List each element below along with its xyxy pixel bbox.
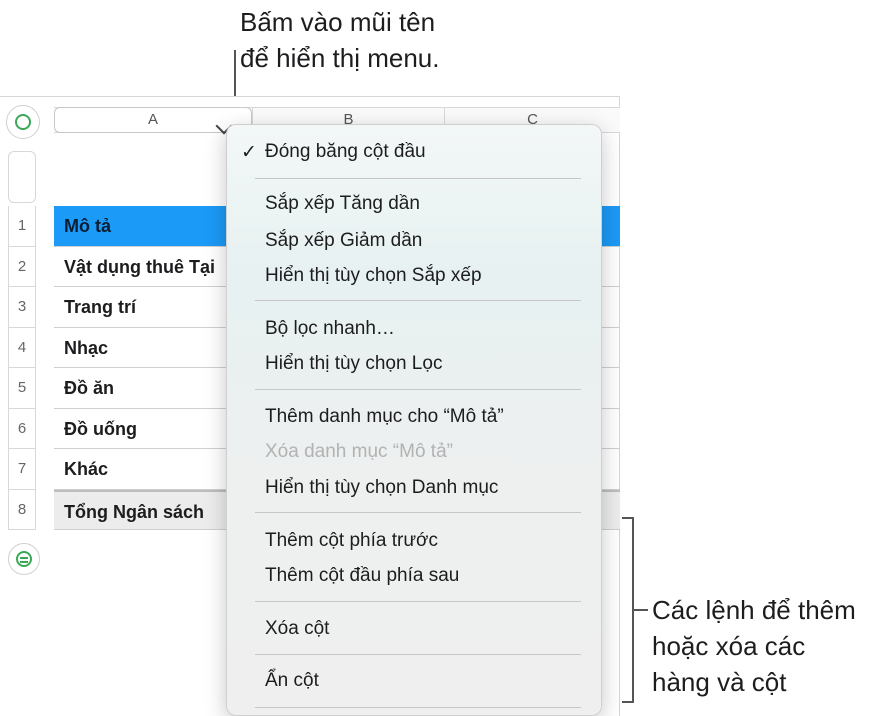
menu-item-sort-ascending[interactable]: Sắp xếp Tăng dần [265,193,420,215]
callout-top-line2: để hiển thị menu. [240,43,440,73]
callout-right-line1: Các lệnh để thêm [652,595,856,625]
menu-item-label: Đóng băng cột đầu [265,141,426,162]
menu-item-hide-column[interactable]: Ẩn cột [265,670,319,692]
callout-click-arrow: Bấm vào mũi tên để hiển thị menu. [240,4,439,76]
row-number[interactable]: 2 [9,247,35,287]
callout-bracket [622,517,634,703]
row-number[interactable]: 7 [9,449,35,490]
table-cell[interactable]: Tổng Ngân sách [64,492,204,532]
menu-item-freeze-column[interactable]: ✓ Đóng băng cột đầu [241,141,426,163]
table-cell[interactable]: Đồ uống [64,409,137,449]
menu-item-sort-descending[interactable]: Sắp xếp Giảm dần [265,230,422,252]
menu-separator [255,389,581,390]
callout-right-line3: hàng và cột [652,667,787,697]
menu-item-sort-options[interactable]: Hiển thị tùy chọn Sắp xếp [265,265,482,287]
row-number[interactable]: 5 [9,368,35,409]
callout-add-delete: Các lệnh để thêm hoặc xóa các hàng và cộ… [652,592,856,700]
menu-separator [255,707,581,708]
row-number[interactable]: 1 [9,206,35,247]
menu-item-filter-options[interactable]: Hiển thị tùy chọn Lọc [265,353,442,375]
menu-separator [255,601,581,602]
add-row-button[interactable] [8,543,40,575]
menu-separator [255,654,581,655]
callout-top-line1: Bấm vào mũi tên [240,7,436,37]
menu-item-add-column-after[interactable]: Thêm cột đầu phía sau [265,565,459,587]
menu-separator [255,178,581,179]
menu-separator [255,512,581,513]
menu-item-add-category[interactable]: Thêm danh mục cho “Mô tả” [265,406,504,428]
table-cell[interactable]: Khác [64,449,108,489]
menu-item-category-options[interactable]: Hiển thị tùy chọn Danh mục [265,477,498,499]
circle-icon [15,114,31,130]
table-cell[interactable]: Đồ ăn [64,368,114,408]
row-number[interactable]: 3 [9,287,35,328]
menu-item-quick-filter[interactable]: Bộ lọc nhanh… [265,318,395,340]
table-cell[interactable]: Mô tả [64,206,111,246]
row-number[interactable]: 6 [9,409,35,449]
menu-separator [255,300,581,301]
menu-item-add-column-before[interactable]: Thêm cột phía trước [265,530,438,552]
equals-icon [16,551,32,567]
column-context-menu: ✓ Đóng băng cột đầu Sắp xếp Tăng dần Sắp… [226,124,602,716]
callout-right-line2: hoặc xóa các [652,631,806,661]
menu-item-delete-column[interactable]: Xóa cột [265,618,329,640]
table-cell[interactable]: Vật dụng thuê Tại [64,247,215,287]
table-cell[interactable]: Trang trí [64,287,136,327]
table-cell[interactable]: Nhạc [64,328,108,368]
header-row-handle[interactable] [8,151,36,203]
checkmark-icon: ✓ [241,142,257,163]
row-number-column: 1 2 3 4 5 6 7 8 [8,206,36,530]
select-all-button[interactable] [6,105,40,139]
callout-bracket-tick [634,609,648,611]
row-number[interactable]: 4 [9,328,35,368]
row-number[interactable]: 8 [9,490,35,530]
menu-item-delete-category: Xóa danh mục “Mô tả” [265,441,453,462]
